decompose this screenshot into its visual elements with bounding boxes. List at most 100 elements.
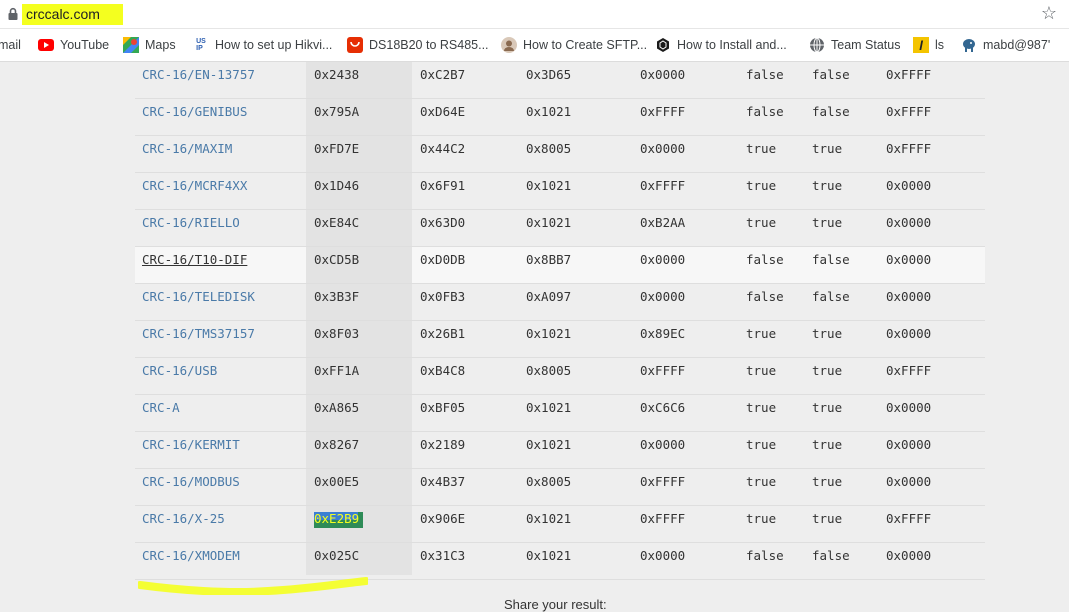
refout-cell: true: [812, 363, 843, 378]
xorout-cell: 0xFFFF: [886, 141, 932, 156]
crc-algorithm-link[interactable]: CRC-16/TMS37157: [142, 321, 255, 357]
check-cell: 0xD0DB: [420, 252, 466, 267]
crc-algorithm-link[interactable]: CRC-16/MAXIM: [142, 136, 232, 172]
crc-algorithm-link[interactable]: CRC-16/KERMIT: [142, 432, 240, 468]
init-cell: 0x0000: [640, 252, 686, 267]
poly-cell: 0x8005: [526, 363, 572, 378]
check-cell: 0x44C2: [420, 141, 466, 156]
poly-cell: 0x8005: [526, 474, 572, 489]
crc-algorithm-link[interactable]: CRC-16/MCRF4XX: [142, 173, 247, 209]
poly-cell: 0x1021: [526, 437, 572, 452]
refout-cell: true: [812, 400, 843, 415]
xorout-cell: 0xFFFF: [886, 363, 932, 378]
init-cell: 0x0000: [640, 67, 686, 82]
bookmark-youtube[interactable]: YouTube: [38, 36, 109, 54]
table-row: CRC-16/EN-13757 0x2438 0xC2B7 0x3D65 0x0000 f…: [135, 62, 985, 99]
poly-cell: 0x1021: [526, 215, 572, 230]
bookmark-sftp[interactable]: How to Create SFTP...: [501, 36, 647, 54]
crc-algorithm-link[interactable]: CRC-16/X-25: [142, 506, 225, 542]
result-cell: 0xFF1A: [314, 363, 360, 378]
table-row: CRC-16/USB 0xFF1A 0xB4C8 0x8005 0xFFFF true tr…: [135, 358, 985, 395]
check-cell: 0x6F91: [420, 178, 466, 193]
bookmark-maps[interactable]: Maps: [123, 36, 176, 54]
table-row: CRC-16/T10-DIF 0xCD5B 0xD0DB 0x8BB7 0x0000 fa…: [135, 247, 985, 284]
bookmark-ls[interactable]: l ls: [913, 36, 944, 54]
refout-cell: true: [812, 215, 843, 230]
bookmark-label: ls: [935, 38, 945, 52]
refin-cell: false: [746, 252, 784, 267]
result-cell: 0xE84C: [314, 215, 360, 230]
bookmark-ds18b20[interactable]: DS18B20 to RS485...: [347, 36, 489, 54]
crc-algorithm-link[interactable]: CRC-16/RIELLO: [142, 210, 240, 246]
poly-cell: 0x1021: [526, 326, 572, 341]
table-row: CRC-16/TELEDISK 0x3B3F 0x0FB3 0xA097 0x0000 f…: [135, 284, 985, 321]
address-bar[interactable]: crccalc.com ☆: [0, 0, 1069, 29]
bookmark-install[interactable]: How to Install and...: [655, 36, 787, 54]
check-cell: 0x906E: [420, 511, 466, 526]
check-cell: 0x26B1: [420, 326, 466, 341]
result-cell: 0x2438: [314, 67, 360, 82]
poly-cell: 0x1021: [526, 400, 572, 415]
refin-cell: true: [746, 437, 777, 452]
refout-cell: false: [812, 104, 850, 119]
refin-cell: false: [746, 104, 784, 119]
xorout-cell: 0x0000: [886, 437, 932, 452]
refout-cell: false: [812, 67, 850, 82]
table-row: CRC-16/MAXIM 0xFD7E 0x44C2 0x8005 0x0000 true…: [135, 136, 985, 173]
refin-cell: false: [746, 548, 784, 563]
bookmark-label: mabd@987': [983, 38, 1051, 52]
crc-algorithm-link[interactable]: CRC-16/MODBUS: [142, 469, 240, 505]
poly-cell: 0x8BB7: [526, 252, 572, 267]
youtube-icon: [38, 37, 54, 53]
poly-cell: 0x8005: [526, 141, 572, 156]
poly-cell: 0x1021: [526, 178, 572, 193]
bookmark-team-status[interactable]: Team Status: [809, 36, 900, 54]
crc-algorithm-link[interactable]: CRC-16/GENIBUS: [142, 99, 247, 135]
poly-cell: 0x3D65: [526, 67, 572, 82]
init-cell: 0xFFFF: [640, 178, 686, 193]
bookmark-mabd[interactable]: mabd@987': [961, 36, 1050, 54]
bookmark-label: DS18B20 to RS485...: [369, 38, 489, 52]
init-cell: 0xB2AA: [640, 215, 686, 230]
table-row: CRC-16/MCRF4XX 0x1D46 0x6F91 0x1021 0xFFFF tr…: [135, 173, 985, 210]
refin-cell: true: [746, 363, 777, 378]
xorout-cell: 0x0000: [886, 289, 932, 304]
refout-cell: false: [812, 289, 850, 304]
init-cell: 0xC6C6: [640, 400, 686, 415]
xorout-cell: 0x0000: [886, 215, 932, 230]
init-cell: 0x0000: [640, 289, 686, 304]
xorout-cell: 0x0000: [886, 400, 932, 415]
crc-algorithm-link[interactable]: CRC-A: [142, 395, 180, 431]
lock-icon[interactable]: [6, 7, 20, 21]
table-row: CRC-A 0xA865 0xBF05 0x1021 0xC6C6 true true 0x0…: [135, 395, 985, 432]
crc-algorithm-link[interactable]: CRC-16/USB: [142, 358, 217, 394]
refin-cell: true: [746, 178, 777, 193]
refout-cell: true: [812, 326, 843, 341]
bookmark-label: Maps: [145, 38, 176, 52]
table-row: CRC-16/X-25 0xE2B9 0x906E 0x1021 0xFFFF true t…: [135, 506, 985, 543]
result-cell: 0xFD7E: [314, 141, 360, 156]
elephant-icon: [961, 37, 977, 53]
refout-cell: true: [812, 141, 843, 156]
usip-icon: US IP: [196, 38, 206, 52]
maps-icon: [123, 37, 139, 53]
crc-algorithm-link[interactable]: CRC-16/T10-DIF: [142, 247, 247, 283]
hexagon-icon: [655, 37, 671, 53]
bookmarks-bar: mail YouTube Maps US IP How to set up Hik…: [0, 29, 1069, 62]
check-cell: 0xB4C8: [420, 363, 466, 378]
poly-cell: 0x1021: [526, 511, 572, 526]
bookmark-label: YouTube: [60, 38, 110, 52]
bookmark-star-icon[interactable]: ☆: [1041, 4, 1057, 22]
refin-cell: false: [746, 67, 784, 82]
check-cell: 0x4B37: [420, 474, 466, 489]
init-cell: 0xFFFF: [640, 474, 686, 489]
bookmark-hikvision[interactable]: US IP How to set up Hikvi...: [193, 36, 332, 54]
refin-cell: true: [746, 400, 777, 415]
result-cell: 0xE2B9: [314, 511, 360, 526]
bookmark-gmail[interactable]: mail: [0, 36, 21, 54]
refin-cell: false: [746, 289, 784, 304]
url-text[interactable]: crccalc.com: [26, 6, 100, 22]
crc-algorithm-link[interactable]: CRC-16/TELEDISK: [142, 284, 255, 320]
crc-algorithm-link[interactable]: CRC-16/EN-13757: [142, 62, 255, 98]
table-row: CRC-16/RIELLO 0xE84C 0x63D0 0x1021 0xB2AA tru…: [135, 210, 985, 247]
